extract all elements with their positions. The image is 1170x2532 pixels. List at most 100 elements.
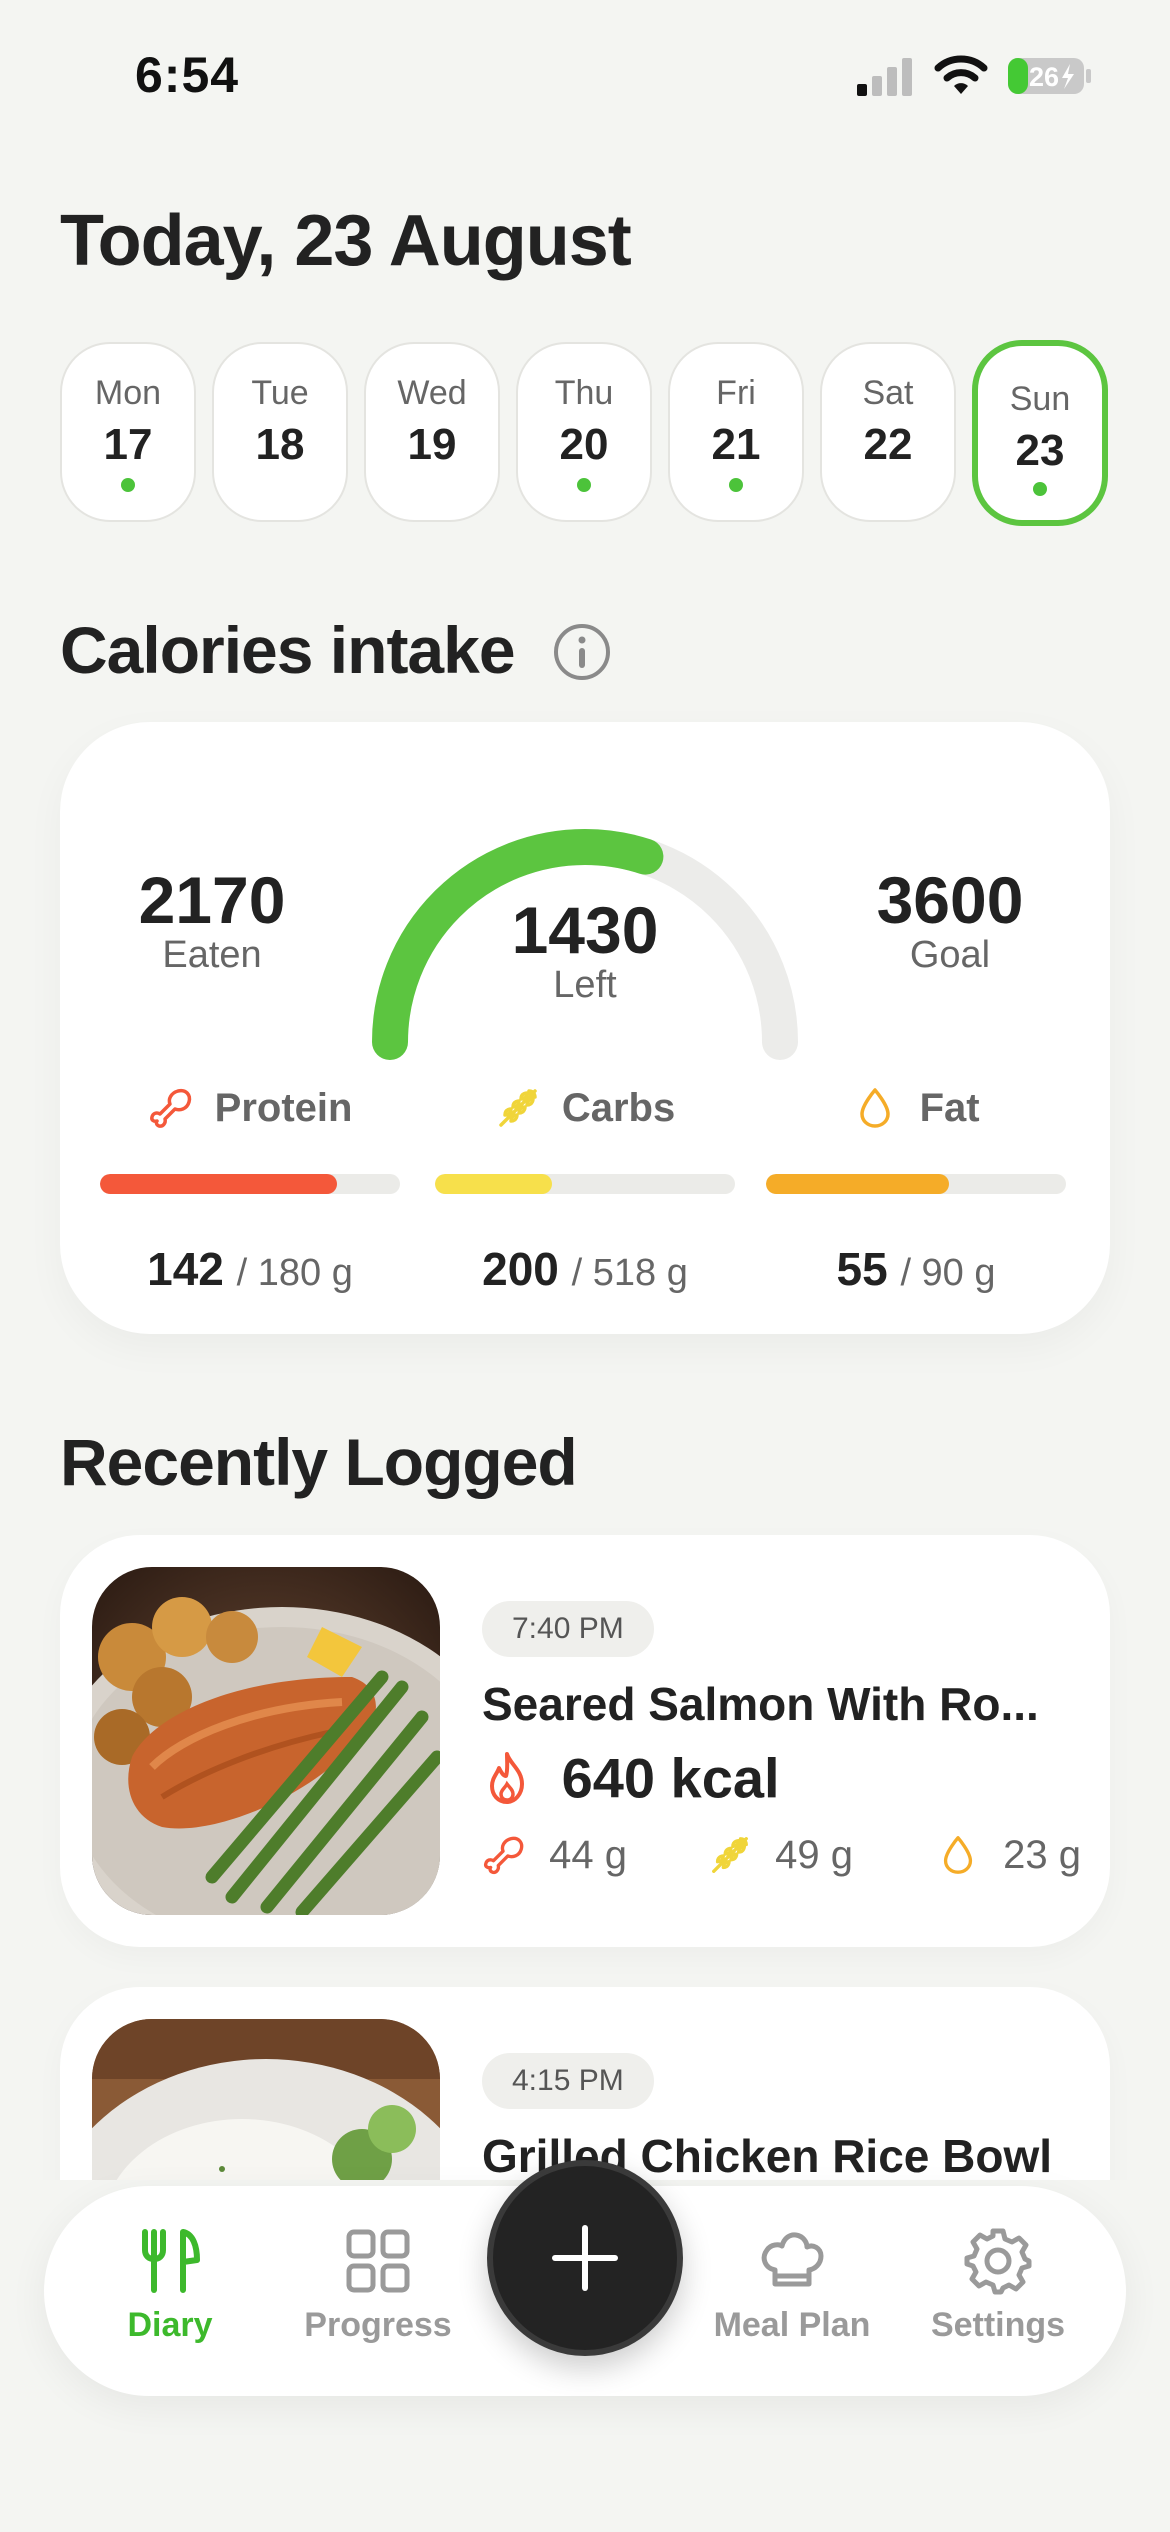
day-number: 17 <box>103 420 153 469</box>
day-name: Wed <box>397 374 467 412</box>
macro-carbs: Carbs 200 / 518 g <box>435 1084 735 1296</box>
info-icon[interactable] <box>552 622 612 682</box>
logged-dot <box>121 478 135 492</box>
day-sun-selected[interactable]: Sun 23 <box>972 340 1108 526</box>
meal-name: Seared Salmon With Ro... <box>482 1678 1039 1730</box>
meal-protein: 44 g <box>482 1831 627 1878</box>
meal-calories: 640 kcal <box>482 1741 780 1811</box>
tab-settings[interactable]: Settings <box>898 2226 1098 2345</box>
macro-protein: Protein 142 / 180 g <box>100 1084 400 1296</box>
macro-header: Fat <box>766 1084 1066 1144</box>
left-value: 1430 <box>511 893 659 967</box>
tab-label: Progress <box>304 2306 452 2344</box>
goal-label: Goal <box>909 934 991 976</box>
day-number: 20 <box>559 420 609 469</box>
meal-card[interactable]: 7:40 PM Seared Salmon With Ro... 640 kca… <box>60 1535 1110 1947</box>
logged-dot <box>729 478 743 492</box>
tab-diary[interactable]: Diary <box>70 2226 270 2345</box>
wifi-icon <box>934 55 988 94</box>
goal-stat: 3600 Goal <box>820 862 1080 977</box>
drop-icon <box>860 1088 891 1129</box>
day-name: Thu <box>554 374 614 412</box>
meal-time-badge: 4:15 PM <box>482 2053 654 2109</box>
macro-eaten: 55 <box>836 1243 888 1295</box>
wheat-icon <box>712 1837 748 1874</box>
day-number: 22 <box>863 420 913 469</box>
day-number: 18 <box>255 420 305 469</box>
macro-target: / 90 g <box>900 1252 996 1294</box>
left-stat: 1430 Left <box>435 892 735 1007</box>
macro-progress-fill <box>435 1174 552 1194</box>
tab-label: Settings <box>930 2306 1066 2344</box>
macro-progress-bar <box>766 1174 1066 1194</box>
day-name: Sun <box>1009 380 1071 418</box>
macro-header: Protein <box>100 1084 400 1144</box>
meal-fat: 23 g <box>936 1831 1081 1878</box>
tab-label: Diary <box>127 2306 213 2344</box>
drumstick-icon <box>483 1837 524 1875</box>
macro-value: 142 / 180 g <box>100 1242 400 1296</box>
day-thu[interactable]: Thu 20 <box>516 342 652 522</box>
macro-name: Carbs <box>561 1085 676 1130</box>
eaten-label: Eaten <box>162 934 262 976</box>
battery-level: 26 <box>1029 62 1059 92</box>
day-number: 19 <box>407 420 457 469</box>
meal-macros: 44 g 49 g 23 g <box>482 1831 1082 1891</box>
meal-time-badge: 7:40 PM <box>482 1601 654 1657</box>
logged-dot <box>1033 482 1047 496</box>
drumstick-icon <box>149 1089 191 1129</box>
cellular-signal-icon <box>857 58 912 96</box>
calories-card: 2170 Eaten 1430 Left 3600 Goal Protein 1… <box>60 722 1110 1334</box>
meal-fat-value: 23 g <box>1003 1832 1081 1877</box>
flame-icon <box>490 1752 524 1805</box>
macro-value: 55 / 90 g <box>766 1242 1066 1296</box>
tab-label: Meal Plan <box>713 2306 871 2344</box>
meal-carbs: 49 g <box>708 1831 853 1878</box>
day-name: Fri <box>716 374 756 412</box>
day-name: Mon <box>94 374 162 412</box>
week-strip: Mon 17 Tue 18 Wed 19 Thu 20 Fri 21 Sat 2… <box>60 340 1112 532</box>
day-number: 23 <box>1015 426 1065 475</box>
macro-name: Fat <box>919 1085 980 1130</box>
day-fri[interactable]: Fri 21 <box>668 342 804 522</box>
plus-icon <box>552 2225 618 2291</box>
recently-logged-heading: Recently Logged <box>60 1425 578 1499</box>
macro-progress-bar <box>100 1174 400 1194</box>
day-sat[interactable]: Sat 22 <box>820 342 956 522</box>
macro-header: Carbs <box>435 1084 735 1144</box>
calories-heading: Calories intake <box>60 613 516 687</box>
eaten-value: 2170 <box>138 863 286 937</box>
macro-target: / 518 g <box>571 1252 688 1294</box>
left-label: Left <box>553 964 617 1006</box>
tab-meal-plan[interactable]: Meal Plan <box>692 2226 892 2345</box>
eaten-stat: 2170 Eaten <box>82 862 342 977</box>
macro-eaten: 200 <box>482 1243 559 1295</box>
macro-value: 200 / 518 g <box>435 1242 735 1296</box>
macro-progress-fill <box>766 1174 949 1194</box>
meal-carbs-value: 49 g <box>775 1832 853 1877</box>
salmon-photo-illustration <box>92 1567 440 1915</box>
gear-icon <box>964 2228 1032 2295</box>
logged-dot <box>577 478 591 492</box>
day-tue[interactable]: Tue 18 <box>212 342 348 522</box>
day-name: Sat <box>862 374 914 412</box>
day-mon[interactable]: Mon 17 <box>60 342 196 522</box>
status-bar: 6:54 26 <box>0 0 1170 150</box>
tab-progress[interactable]: Progress <box>278 2226 478 2345</box>
day-wed[interactable]: Wed 19 <box>364 342 500 522</box>
macro-progress-fill <box>100 1174 337 1194</box>
meal-photo <box>92 1567 440 1915</box>
status-time: 6:54 <box>135 47 240 103</box>
diary-screen: 6:54 26 Today, 23 August Mon 17 Tue 18 W… <box>0 0 1170 2532</box>
macro-name: Protein <box>214 1085 353 1130</box>
macro-eaten: 142 <box>147 1243 224 1295</box>
fork-knife-icon <box>142 2229 200 2293</box>
day-name: Tue <box>251 374 309 412</box>
macro-fat: Fat 55 / 90 g <box>766 1084 1066 1296</box>
goal-value: 3600 <box>876 863 1024 937</box>
chef-hat-icon <box>761 2232 824 2287</box>
page-title: Today, 23 August <box>60 201 632 281</box>
battery-indicator: 26 <box>1008 56 1092 96</box>
macro-target: / 180 g <box>236 1252 353 1294</box>
add-meal-button[interactable] <box>487 2160 683 2356</box>
